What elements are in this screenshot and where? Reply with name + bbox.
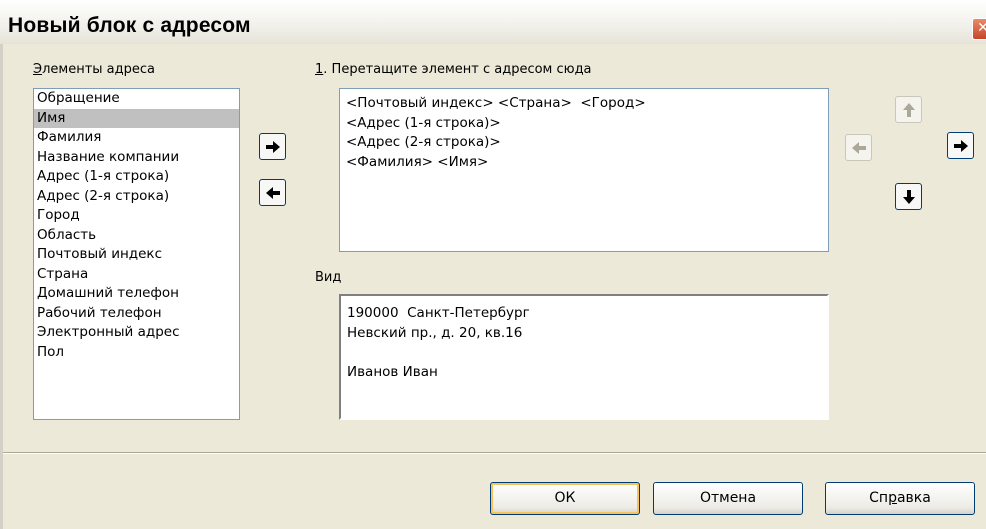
preview-line [347, 343, 827, 363]
list-item[interactable]: Рабочий телефон [34, 304, 239, 324]
arrow-left-icon [265, 186, 280, 199]
help-button[interactable]: Справка [825, 482, 975, 515]
address-elements-list[interactable]: Обращение Имя Фамилия Название компании … [33, 88, 240, 420]
move-left-button[interactable] [845, 134, 872, 161]
close-icon: ✕ [977, 20, 986, 36]
address-block-editor[interactable]: <Почтовый индекс> <Страна> <Город> <Адре… [339, 88, 829, 252]
move-up-button[interactable] [895, 96, 922, 123]
dialog-title: Новый блок с адресом [8, 14, 251, 37]
preview-line: Невский пр., д. 20, кв.16 [347, 324, 523, 341]
list-item[interactable]: Фамилия [34, 128, 239, 148]
arrow-down-icon [902, 189, 915, 204]
list-item[interactable]: Адрес (2-я строка) [34, 187, 239, 207]
window-frame [0, 44, 3, 529]
list-item[interactable]: Электронный адрес [34, 323, 239, 343]
address-elements-label: Элементы адреса [33, 62, 155, 77]
list-item[interactable]: Пол [34, 343, 239, 363]
list-item[interactable]: Область [34, 226, 239, 246]
preview-label: Вид [315, 270, 342, 285]
title-bar: Новый блок с адресом ✕ [0, 0, 986, 44]
list-item[interactable]: Почтовый индекс [34, 245, 239, 265]
preview-line: Иванов Иван [347, 363, 438, 380]
preview-line: 190000 Санкт-Петербург [347, 305, 530, 321]
list-item[interactable]: Страна [34, 265, 239, 285]
list-item[interactable]: Город [34, 206, 239, 226]
address-line[interactable]: <Адрес (1-я строка)> [346, 114, 828, 134]
list-item-selected[interactable]: Имя [34, 108, 239, 128]
drag-area-label: 1. Перетащите элемент с адресом сюда [315, 62, 592, 77]
arrow-left-icon [851, 141, 866, 154]
arrow-right-icon [265, 140, 280, 153]
arrow-right-icon [953, 139, 968, 152]
add-element-button[interactable] [259, 133, 286, 160]
list-item[interactable]: Название компании [34, 148, 239, 168]
address-line[interactable]: <Почтовый индекс> <Страна> <Город> [346, 94, 828, 114]
ok-button[interactable]: ОК [490, 482, 640, 515]
list-item[interactable]: Домашний телефон [34, 284, 239, 304]
remove-element-button[interactable] [259, 179, 286, 206]
close-button[interactable]: ✕ [972, 18, 986, 40]
address-line[interactable]: <Фамилия> <Имя> [346, 153, 828, 173]
move-down-button[interactable] [895, 183, 922, 210]
preview-box: 190000 Санкт-Петербург Невский пр., д. 2… [339, 294, 829, 420]
list-item[interactable]: Адрес (1-я строка) [34, 167, 239, 187]
address-line[interactable]: <Адрес (2-я строка)> [346, 133, 828, 153]
move-right-button[interactable] [947, 132, 974, 159]
cancel-button[interactable]: Отмена [653, 482, 803, 515]
list-item[interactable]: Обращение [34, 89, 239, 109]
arrow-up-icon [902, 102, 915, 117]
divider [3, 452, 986, 454]
